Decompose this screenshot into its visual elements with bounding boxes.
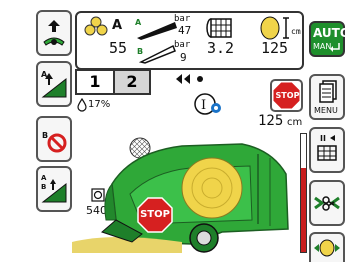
terminal-screen: A B A B AUTO MAN MENU II A 55 A bar 47 B… (0, 0, 352, 262)
bale-eject-button[interactable] (309, 232, 345, 262)
pressure-a-value: 47 (178, 24, 192, 37)
blade-b-icon: B (137, 44, 176, 64)
baler-illustration (72, 137, 289, 253)
drop-icon (77, 98, 87, 112)
auto-man-toggle-button[interactable]: AUTO MAN (309, 21, 350, 57)
svg-text:B: B (137, 47, 143, 56)
bale-count-a-value: 55 (109, 39, 128, 57)
section-b-disable-button[interactable]: B (36, 116, 72, 162)
ramp-up-ab-icon: A B (41, 174, 67, 203)
svg-text:B: B (42, 131, 48, 140)
scissors-icon (314, 196, 340, 211)
stop-button-label: STOP (275, 91, 300, 100)
section-ab-up-button[interactable]: A B (36, 166, 72, 212)
section-a-up-button[interactable]: A (36, 61, 72, 107)
tab-1[interactable]: 1 (75, 69, 113, 95)
bale-size-gauge-fill (301, 167, 306, 252)
pressure-b-value: 9 (180, 51, 187, 64)
no-b-icon: B (42, 131, 67, 153)
bale-diameter-unit: cm (291, 27, 301, 36)
net-layers-value: 3.2 (207, 39, 235, 57)
net-wrap-button[interactable]: II (309, 127, 345, 173)
menu-button[interactable]: MENU (309, 74, 345, 120)
pressure-b-unit: bar (174, 40, 191, 50)
svg-text:I: I (201, 98, 206, 113)
bale-pyramid-icon (84, 16, 108, 36)
net-grid-icon: II (317, 134, 337, 161)
bale-count-a-label: A (112, 18, 123, 33)
machine-stop-label: STOP (140, 209, 170, 220)
svg-text:II: II (320, 134, 326, 143)
ramp-up-a-icon: A (41, 70, 67, 98)
bale-size-gauge (300, 133, 307, 253)
info-settings-icon[interactable]: I (192, 92, 226, 116)
knife-cut-button[interactable] (309, 180, 345, 226)
menu-label: MENU (314, 106, 338, 115)
fill-percent-label: 17% (88, 99, 111, 110)
pickup-raise-button[interactable] (36, 10, 72, 56)
svg-text:A: A (41, 70, 48, 79)
stop-button[interactable]: STOP (270, 79, 303, 112)
svg-text:A: A (135, 18, 142, 27)
svg-text:B: B (41, 183, 46, 191)
net-roll-icon (206, 18, 232, 38)
blade-a-icon: A (135, 18, 177, 40)
svg-text:A: A (41, 174, 47, 182)
bale-eject-icon (314, 239, 340, 257)
pickup-lift-icon (43, 20, 65, 46)
tab-2[interactable]: 2 (113, 69, 151, 95)
machine-stop-indicator: STOP (137, 197, 173, 233)
bale-diameter-value: 125 (261, 39, 289, 57)
pressure-a-unit: bar (174, 14, 191, 24)
return-arrow-icon (330, 43, 340, 52)
page-nav-arrows-icon[interactable] (174, 72, 214, 86)
info-panel: A 55 A bar 47 B bar 9 3.2 cm 125 (75, 11, 304, 70)
